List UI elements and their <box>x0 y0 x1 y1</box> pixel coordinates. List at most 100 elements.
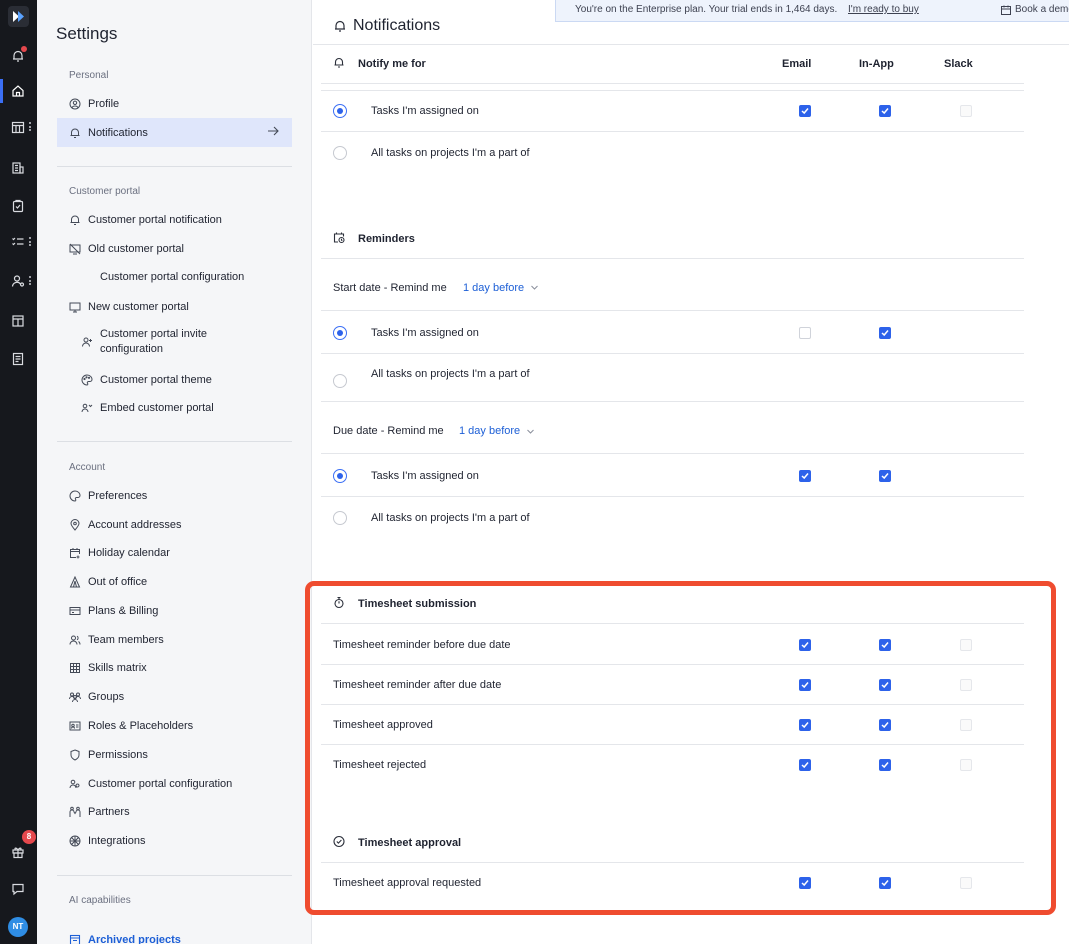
user-settings-icon[interactable] <box>11 274 25 288</box>
sidebar-item-groups[interactable]: Groups <box>57 684 292 710</box>
more-icon[interactable] <box>29 122 32 132</box>
checkbox-email[interactable] <box>799 638 811 651</box>
checkbox-inapp[interactable] <box>879 638 891 651</box>
radio-all-tasks[interactable] <box>333 146 347 160</box>
checkbox-email[interactable] <box>799 759 811 771</box>
checkbox-slack[interactable] <box>960 877 972 889</box>
timesheet-row: Timesheet approved <box>321 705 1024 745</box>
sidebar-item-label: Archived projects <box>88 934 181 944</box>
start-date-value: 1 day before <box>463 281 525 294</box>
book-demo-link[interactable]: Book a demo <box>1015 4 1069 15</box>
clipboard-icon[interactable] <box>11 199 25 213</box>
sidebar-item-profile[interactable]: Profile <box>57 91 292 117</box>
sidebar-item-plans-billing[interactable]: Plans & Billing <box>57 598 292 624</box>
checkbox-inapp[interactable] <box>879 759 891 771</box>
sidebar-item-customer-portal-config[interactable]: Customer portal configuration <box>57 771 292 797</box>
checkbox-slack[interactable] <box>960 759 972 771</box>
more-icon[interactable] <box>29 237 32 247</box>
row-label: Timesheet rejected <box>333 759 427 771</box>
sidebar-item-out-of-office[interactable]: Out of office <box>57 569 292 595</box>
sidebar-item-team-members[interactable]: Team members <box>57 627 292 653</box>
calendar-icon <box>1001 5 1011 18</box>
app-logo[interactable] <box>8 6 29 27</box>
sidebar-item-permissions[interactable]: Permissions <box>57 742 292 768</box>
checkbox-slack[interactable] <box>960 104 972 117</box>
sidebar-item-partners[interactable]: Partners <box>57 799 292 825</box>
sidebar-item-customer-portal-configuration[interactable]: Customer portal configuration <box>57 264 292 290</box>
timesheet-row: Timesheet rejected <box>321 745 1024 785</box>
report-icon[interactable] <box>11 352 25 366</box>
checkbox-slack[interactable] <box>960 638 972 651</box>
sidebar-item-notifications[interactable]: Notifications <box>57 118 292 147</box>
user-avatar[interactable]: NT <box>8 917 28 937</box>
chat-icon[interactable] <box>11 882 25 896</box>
active-indicator <box>0 79 3 103</box>
sidebar-item-customer-portal-invite-configuration[interactable]: Customer portal invite configuration <box>57 327 292 361</box>
row-label: Timesheet approval requested <box>333 877 482 889</box>
stopwatch-icon <box>333 596 345 611</box>
sidebar-item-label: Roles & Placeholders <box>88 720 194 732</box>
layout-icon[interactable] <box>11 314 25 328</box>
more-icon[interactable] <box>29 276 32 286</box>
checkbox-inapp[interactable] <box>879 718 891 731</box>
checkbox-inapp[interactable] <box>879 678 891 691</box>
radio-all-tasks[interactable] <box>333 511 347 525</box>
start-date-select[interactable]: 1 day before <box>463 282 539 294</box>
sidebar-item-embed-customer-portal[interactable]: Embed customer portal <box>57 395 292 421</box>
checkbox-email[interactable] <box>799 104 811 117</box>
sidebar-item-holiday-calendar[interactable]: Holiday calendar <box>57 540 292 566</box>
sidebar-item-customer-portal-notification[interactable]: Customer portal notification <box>57 207 292 233</box>
shield-icon <box>69 749 81 761</box>
radio-assigned[interactable] <box>333 468 347 483</box>
sidebar-item-new-customer-portal[interactable]: New customer portal <box>57 294 292 320</box>
checkbox-email[interactable] <box>799 326 811 339</box>
due-date-value: 1 day before <box>459 425 521 437</box>
sidebar-item-account-addresses[interactable]: Account addresses <box>57 512 292 538</box>
row-label: Timesheet reminder before due date <box>333 638 511 651</box>
checkbox-email[interactable] <box>799 718 811 731</box>
column-inapp: In-App <box>859 57 894 70</box>
gift-icon[interactable] <box>11 845 25 859</box>
sidebar-item-integrations[interactable]: Integrations <box>57 828 292 854</box>
radio-assigned[interactable] <box>333 103 347 118</box>
sidebar-item-label: Holiday calendar <box>88 547 170 559</box>
sidebar-item-label: Skills matrix <box>88 662 147 674</box>
checkbox-inapp[interactable] <box>879 104 891 117</box>
sidebar-item-preferences[interactable]: Preferences <box>57 483 292 509</box>
chevron-down-icon <box>531 285 539 290</box>
home-icon[interactable] <box>11 84 25 98</box>
checkbox-inapp[interactable] <box>879 326 891 339</box>
palette-icon <box>69 490 81 502</box>
billing-icon <box>69 605 81 617</box>
sidebar-item-skills-matrix[interactable]: Skills matrix <box>57 655 292 681</box>
sidebar-item-roles-placeholders[interactable]: Roles & Placeholders <box>57 713 292 739</box>
checkbox-email[interactable] <box>799 469 811 482</box>
sidebar-item-label: Partners <box>88 806 130 818</box>
sidebar-item-label: Customer portal configuration <box>88 778 233 790</box>
building-icon[interactable] <box>11 161 25 175</box>
sidebar-item-label: Team members <box>88 634 164 646</box>
due-date-select[interactable]: 1 day before <box>459 425 535 437</box>
checkbox-inapp[interactable] <box>879 469 891 482</box>
checkbox-slack[interactable] <box>960 678 972 691</box>
approval-header-row: Timesheet approval <box>321 823 1024 863</box>
sidebar-item-customer-portal-theme[interactable]: Customer portal theme <box>57 367 292 393</box>
ready-to-buy-link[interactable]: I'm ready to buy <box>848 4 919 15</box>
radio-all-tasks[interactable] <box>333 374 347 388</box>
checkbox-slack[interactable] <box>960 718 972 731</box>
sidebar-item-label: Groups <box>88 691 125 703</box>
checkbox-email[interactable] <box>799 877 811 889</box>
timesheet-header-row: Timesheet submission <box>321 584 1024 624</box>
checklist-icon[interactable] <box>11 235 25 249</box>
divider <box>57 441 292 442</box>
checkbox-inapp[interactable] <box>879 877 891 889</box>
calendar-grid-icon[interactable] <box>11 120 25 134</box>
divider <box>57 166 292 167</box>
checkbox-email[interactable] <box>799 678 811 691</box>
radio-assigned[interactable] <box>333 325 347 340</box>
sidebar-item-archived-projects[interactable]: Archived projects <box>57 927 292 944</box>
sidebar-title: Settings <box>56 24 118 43</box>
sidebar-item-old-customer-portal[interactable]: Old customer portal <box>57 236 292 262</box>
sidebar-item-label: Preferences <box>88 490 148 502</box>
notification-dot <box>21 46 27 52</box>
